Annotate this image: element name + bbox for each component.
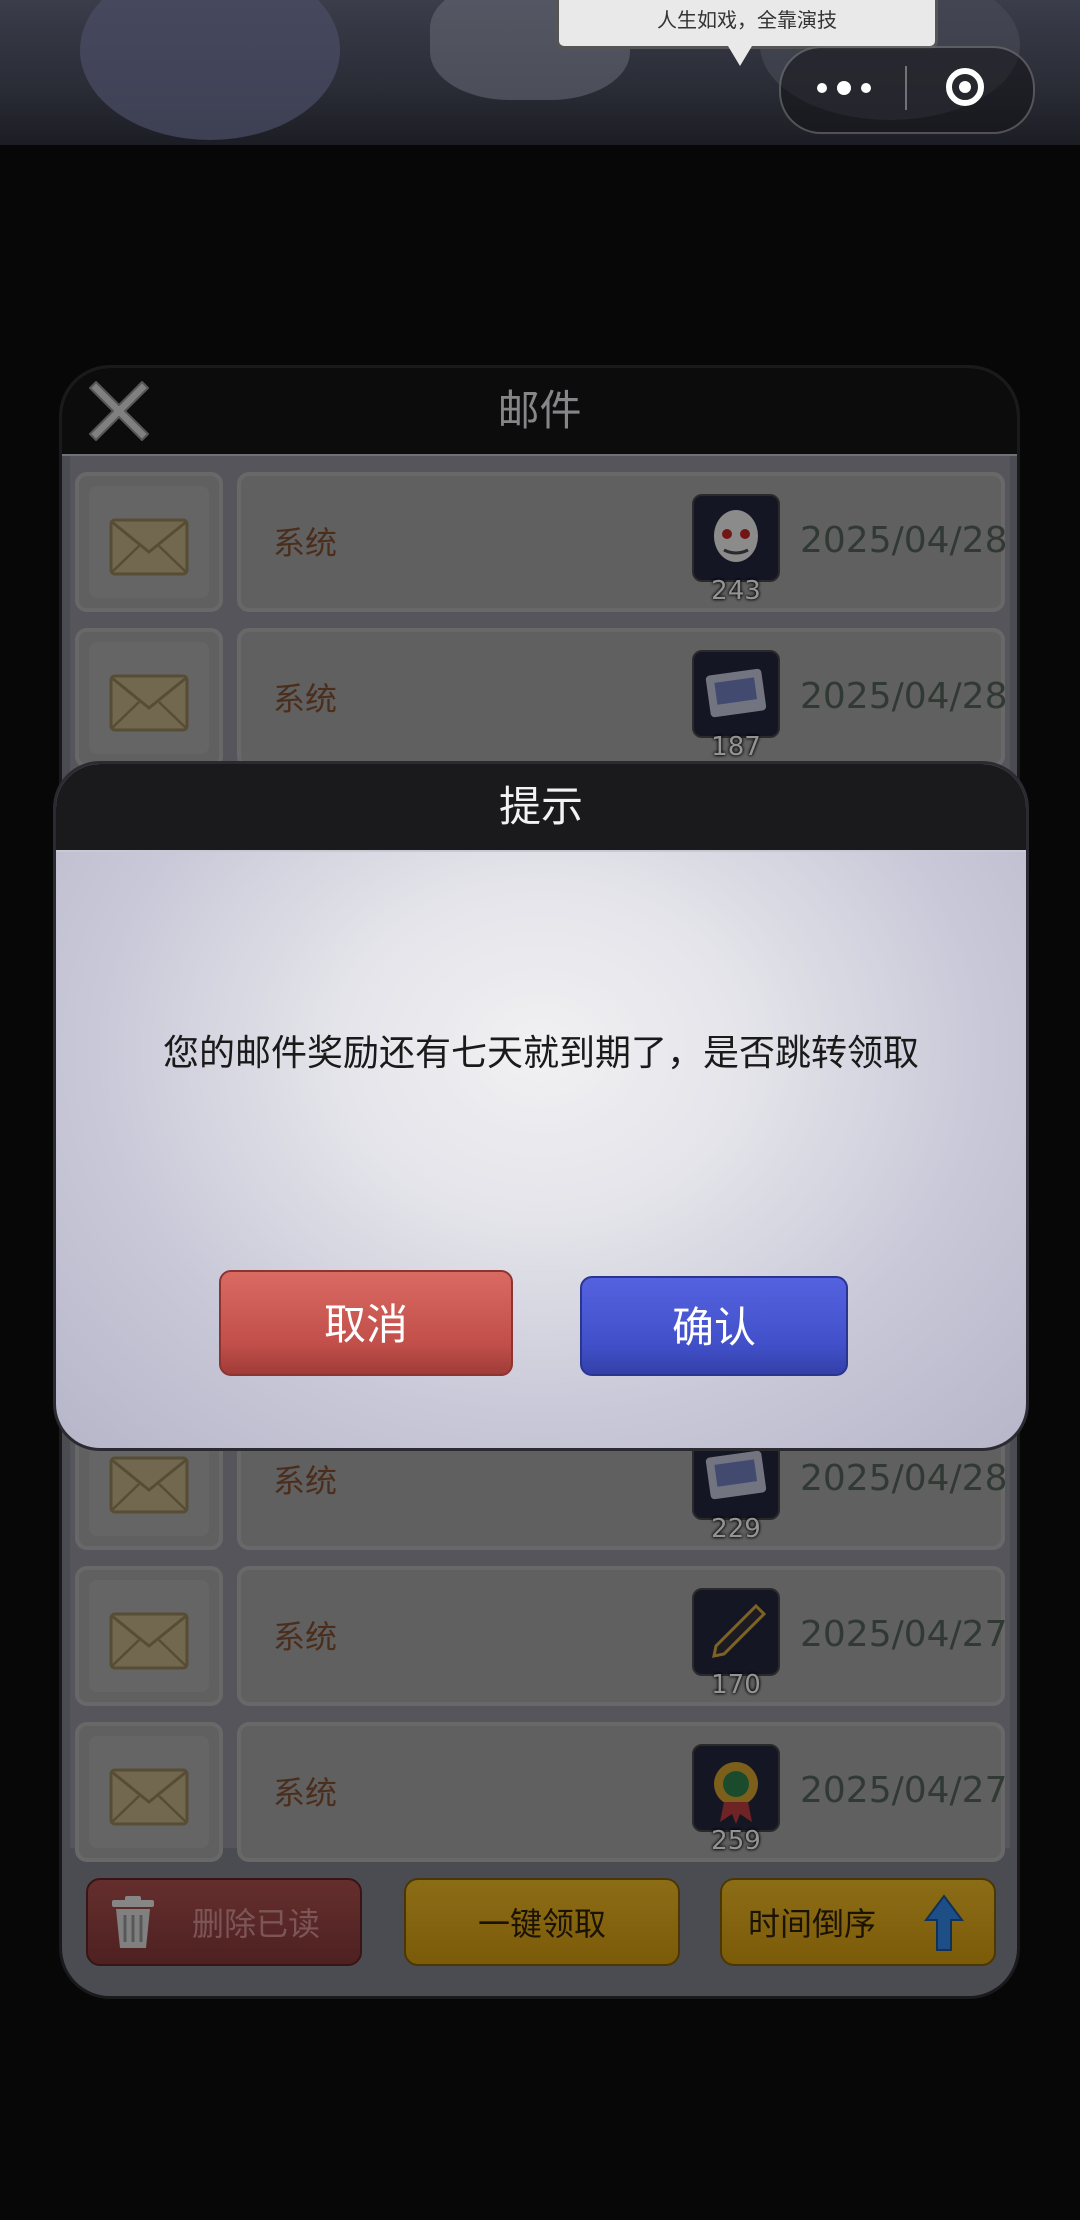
speech-bubble-tail xyxy=(728,46,752,66)
more-dots-icon[interactable] xyxy=(815,74,875,102)
scene-shape xyxy=(80,0,340,140)
cancel-button[interactable]: 取消 xyxy=(219,1270,513,1376)
prompt-dialog: 提示 您的邮件奖励还有七天就到期了，是否跳转领取 取消 确认 xyxy=(56,764,1026,1448)
capsule-divider xyxy=(905,66,907,110)
dialog-message: 您的邮件奖励还有七天就到期了，是否跳转领取 xyxy=(162,1033,919,1074)
dialog-title: 提示 xyxy=(498,782,583,831)
speech-bubble: 人生如戏，全靠演技 xyxy=(556,0,938,49)
confirm-button[interactable]: 确认 xyxy=(580,1276,848,1376)
target-circle-icon[interactable] xyxy=(946,68,984,106)
